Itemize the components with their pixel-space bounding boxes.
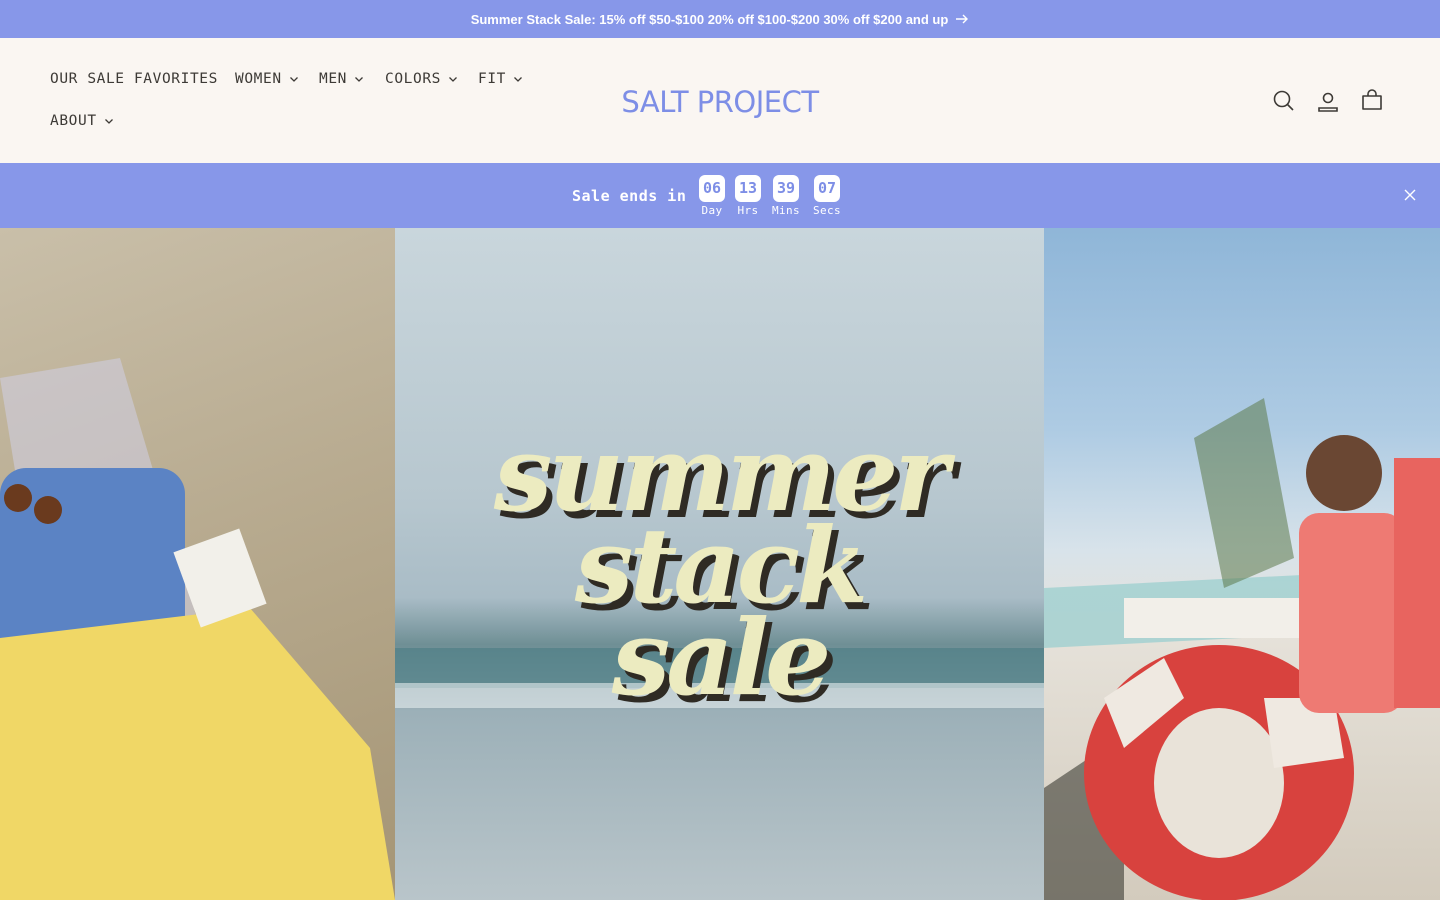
countdown-caption: Mins — [771, 204, 801, 217]
countdown-caption: Hrs — [737, 204, 759, 217]
countdown-hours: 13 Hrs — [728, 175, 768, 217]
nav-label: COLORS — [385, 71, 441, 87]
countdown-value: 07 — [814, 175, 840, 202]
hero-image-right — [1044, 228, 1440, 900]
announcement-link[interactable]: Summer Stack Sale: 15% off $50-$100 20% … — [471, 11, 970, 27]
hero-image-left — [0, 228, 395, 900]
close-icon[interactable] — [1402, 187, 1418, 203]
nav-label: WOMEN — [235, 71, 282, 87]
nav-item-our-sale-favorites[interactable]: OUR SALE FAVORITES — [50, 71, 218, 87]
nav-label: OUR SALE FAVORITES — [50, 71, 218, 87]
countdown-value: 13 — [735, 175, 761, 202]
nav-label: ABOUT — [50, 113, 97, 129]
countdown-value: 39 — [773, 175, 799, 202]
countdown-days: 06 Day — [692, 175, 732, 217]
hero-title: summer stack sale — [395, 422, 1044, 719]
nav-item-about[interactable]: ABOUT — [50, 113, 114, 129]
chevron-down-icon — [355, 77, 363, 82]
cart-icon[interactable] — [1359, 88, 1385, 114]
countdown-seconds: 07 Secs — [807, 175, 847, 217]
nav-label: MEN — [319, 71, 347, 87]
countdown-label: Sale ends in — [572, 187, 687, 205]
countdown-minutes: 39 Mins — [766, 175, 806, 217]
site-logo[interactable]: SALT PROJECT — [620, 85, 820, 119]
search-icon[interactable] — [1271, 88, 1297, 114]
hero-banner[interactable]: summer stack sale — [0, 228, 1440, 900]
nav-item-women[interactable]: WOMEN — [235, 71, 299, 87]
announcement-text: Summer Stack Sale: 15% off $50-$100 20% … — [470, 11, 949, 27]
countdown-caption: Day — [701, 204, 723, 217]
chevron-down-icon — [514, 77, 522, 82]
sale-countdown-bar: Sale ends in 06 Day 13 Hrs 39 Mins 07 Se… — [0, 163, 1440, 228]
account-icon[interactable] — [1315, 89, 1341, 115]
arrow-right-icon — [956, 11, 969, 27]
countdown-caption: Secs — [812, 204, 842, 217]
hero-title-line: sale — [611, 596, 832, 719]
hero-image-center: summer stack sale — [395, 228, 1044, 900]
announcement-bar: Summer Stack Sale: 15% off $50-$100 20% … — [0, 0, 1440, 38]
nav-item-fit[interactable]: FIT — [478, 71, 523, 87]
chevron-down-icon — [289, 77, 298, 82]
nav-item-men[interactable]: MEN — [319, 71, 364, 87]
countdown-value: 06 — [699, 175, 725, 202]
site-header: OUR SALE FAVORITES WOMEN MEN COLORS FIT … — [0, 38, 1440, 163]
nav-label: FIT — [478, 71, 506, 87]
chevron-down-icon — [104, 119, 113, 124]
chevron-down-icon — [449, 77, 457, 82]
nav-item-colors[interactable]: COLORS — [385, 71, 458, 87]
